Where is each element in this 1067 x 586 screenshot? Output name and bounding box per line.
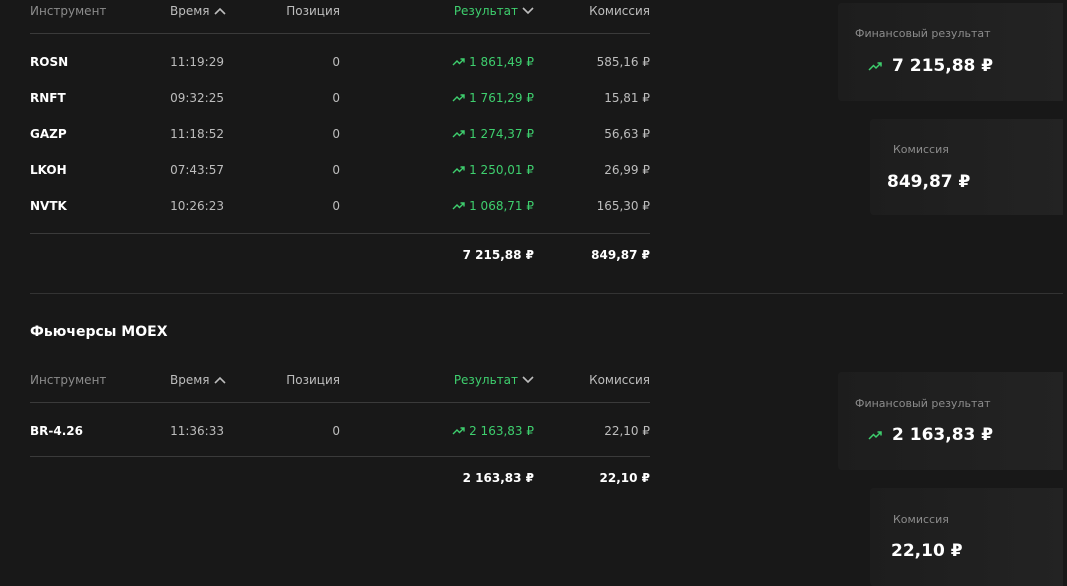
commission-card-label: Комиссия [893,513,949,526]
trend-up-icon [452,58,465,66]
row-time: 07:43:57 [170,163,224,177]
row-position: 0 [332,199,340,213]
chevron-down-icon [522,7,534,15]
header-position[interactable]: Позиция [286,373,340,387]
total-result: 7 215,88 ₽ [462,248,534,262]
row-commission: 22,10 ₽ [604,424,650,438]
commission-card-value: 849,87 ₽ [887,172,971,192]
row-instrument: NVTK [30,199,67,213]
header-result[interactable]: Результат [454,373,534,387]
table-row[interactable]: RNFT 09:32:25 0 1 761,29 ₽ 15,81 ₽ [30,79,650,115]
trend-up-icon [452,202,465,210]
row-time: 11:19:29 [170,55,224,69]
row-time: 11:18:52 [170,127,224,141]
futures-table: Инструмент Время Позиция Результат Комис… [30,369,650,501]
trend-up-icon [452,94,465,102]
row-position: 0 [332,424,340,438]
header-time-label: Время [170,4,210,18]
result-card: Финансовый результат 2 163,83 ₽ [838,372,1063,470]
row-commission: 585,16 ₽ [596,55,650,69]
header-position[interactable]: Позиция [286,4,340,18]
trend-up-icon [452,166,465,174]
result-card: Финансовый результат 7 215,88 ₽ [838,3,1063,101]
header-result-label: Результат [453,373,518,387]
header-time-label: Время [170,373,210,387]
result-card-label: Финансовый результат [855,397,991,410]
table-header: Инструмент Время Позиция Результат Комис… [30,369,650,393]
row-result-value: 1 274,37 ₽ [469,127,534,141]
totals-row: 2 163,83 ₽ 22,10 ₽ [30,457,650,501]
header-time[interactable]: Время [170,373,226,387]
row-commission: 26,99 ₽ [604,163,650,177]
header-result-label: Результат [453,4,518,18]
row-result: 1 861,49 ₽ [452,55,534,69]
row-position: 0 [332,55,340,69]
header-time[interactable]: Время [170,4,226,18]
result-card-label: Финансовый результат [855,27,991,40]
header-commission[interactable]: Комиссия [589,373,650,387]
row-result: 1 761,29 ₽ [452,91,534,105]
row-result-value: 1 761,29 ₽ [469,91,534,105]
trend-up-icon [868,431,882,440]
trend-up-icon [868,62,882,71]
header-commission[interactable]: Комиссия [589,4,650,18]
row-instrument: ROSN [30,55,69,69]
row-time: 09:32:25 [170,91,224,105]
row-result-value: 2 163,83 ₽ [469,424,534,438]
row-instrument: BR-4.26 [30,424,83,438]
chevron-up-icon [213,7,226,15]
header-instrument[interactable]: Инструмент [30,4,106,18]
row-result-value: 1 068,71 ₽ [469,199,534,213]
totals-row: 7 215,88 ₽ 849,87 ₽ [30,234,650,278]
row-result-value: 1 861,49 ₽ [469,55,534,69]
section-divider [30,293,1063,294]
header-result[interactable]: Результат [454,4,534,18]
trend-up-icon [452,130,465,138]
table-row[interactable]: BR-4.26 11:36:33 0 2 163,83 ₽ 22,10 ₽ [30,412,650,448]
total-commission: 22,10 ₽ [599,471,650,485]
row-instrument: LKOH [30,163,67,177]
page: Инструмент Время Позиция Результат Комис… [0,0,1067,586]
total-result: 2 163,83 ₽ [462,471,534,485]
commission-card-label: Комиссия [893,143,949,156]
stocks-table: Инструмент Время Позиция Результат Комис… [30,0,650,278]
row-commission: 15,81 ₽ [604,91,650,105]
section-title-futures: Фьючерсы MOEX [30,324,168,340]
row-time: 10:26:23 [170,199,224,213]
table-row[interactable]: GAZP 11:18:52 0 1 274,37 ₽ 56,63 ₽ [30,115,650,151]
row-time: 11:36:33 [170,424,224,438]
row-result: 1 274,37 ₽ [452,127,534,141]
total-commission: 849,87 ₽ [591,248,650,262]
table-row[interactable]: LKOH 07:43:57 0 1 250,01 ₽ 26,99 ₽ [30,151,650,187]
chevron-down-icon [522,376,534,384]
result-card-value: 2 163,83 ₽ [892,425,994,445]
trend-up-icon [452,427,465,435]
row-position: 0 [332,127,340,141]
result-card-value: 7 215,88 ₽ [892,56,994,76]
row-position: 0 [332,163,340,177]
header-instrument[interactable]: Инструмент [30,373,106,387]
table-header: Инструмент Время Позиция Результат Комис… [30,0,650,24]
row-result: 2 163,83 ₽ [452,424,534,438]
row-position: 0 [332,91,340,105]
row-result-value: 1 250,01 ₽ [469,163,534,177]
table-row[interactable]: NVTK 10:26:23 0 1 068,71 ₽ 165,30 ₽ [30,187,650,223]
commission-card: Комиссия 849,87 ₽ [870,119,1063,215]
row-commission: 165,30 ₽ [596,199,650,213]
table-row[interactable]: ROSN 11:19:29 0 1 861,49 ₽ 585,16 ₽ [30,43,650,79]
commission-card: Комиссия 22,10 ₽ [870,488,1063,586]
commission-card-value: 22,10 ₽ [891,541,963,561]
row-result: 1 068,71 ₽ [452,199,534,213]
row-instrument: RNFT [30,91,66,105]
row-commission: 56,63 ₽ [604,127,650,141]
row-instrument: GAZP [30,127,67,141]
chevron-up-icon [213,376,226,384]
row-result: 1 250,01 ₽ [452,163,534,177]
